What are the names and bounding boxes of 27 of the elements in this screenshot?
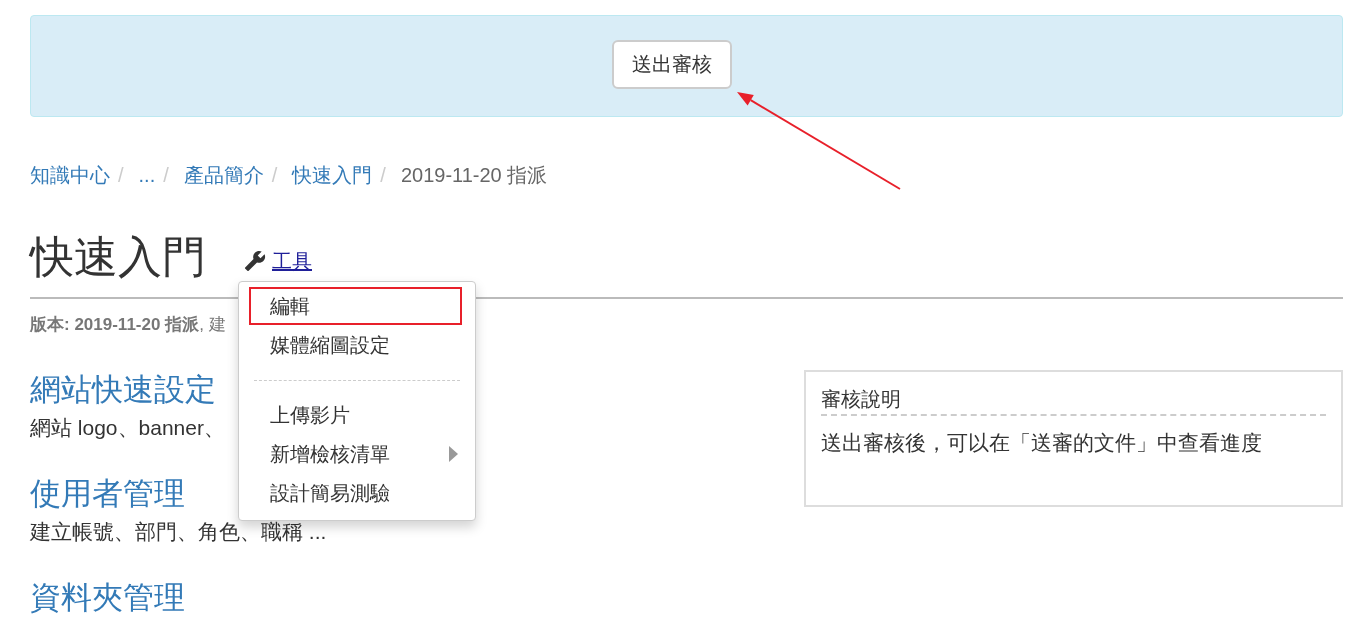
menu-item[interactable]: 編輯 <box>249 287 462 325</box>
section-description: 網站 logo、banner、 <box>30 416 225 440</box>
breadcrumb-current: 2019-11-20 指派 <box>400 163 548 187</box>
section-link[interactable]: 資料夾管理 <box>30 580 185 616</box>
submenu-caret-icon <box>449 446 458 462</box>
wrench-icon <box>244 250 266 272</box>
breadcrumb-separator: / <box>118 163 124 187</box>
menu-item[interactable]: 新增檢核清單 <box>249 435 462 473</box>
panel-title: 審核說明 <box>821 386 1326 416</box>
breadcrumb-separator: / <box>271 163 278 187</box>
menu-item[interactable]: 設計簡易測驗 <box>249 474 462 512</box>
panel-text: 送出審核後，可以在「送審的文件」中查看進度 <box>821 430 1262 456</box>
breadcrumb-link[interactable]: 知識中心 <box>30 163 110 187</box>
breadcrumb-link[interactable]: 快速入門 <box>292 163 373 187</box>
breadcrumb-link[interactable]: ... <box>138 163 156 187</box>
menu-item[interactable]: 媒體縮圖設定 <box>249 326 462 364</box>
version-info: 版本: 2019-11-20 指派, 建 <box>30 315 226 335</box>
breadcrumb-separator: / <box>380 163 386 187</box>
menu-item[interactable]: 上傳影片 <box>249 396 462 434</box>
tools-link[interactable]: 工具 <box>244 249 312 273</box>
breadcrumb-separator: / <box>163 163 169 187</box>
section-link[interactable]: 網站快速設定 <box>30 372 216 408</box>
submit-review-button[interactable]: 送出審核 <box>611 40 732 89</box>
section-description: 建立帳號、部門、角色、職稱 ... <box>30 520 327 544</box>
section-link[interactable]: 使用者管理 <box>30 476 185 512</box>
page-title: 快速入門 <box>30 233 206 281</box>
breadcrumb-link[interactable]: 產品簡介 <box>183 163 264 187</box>
